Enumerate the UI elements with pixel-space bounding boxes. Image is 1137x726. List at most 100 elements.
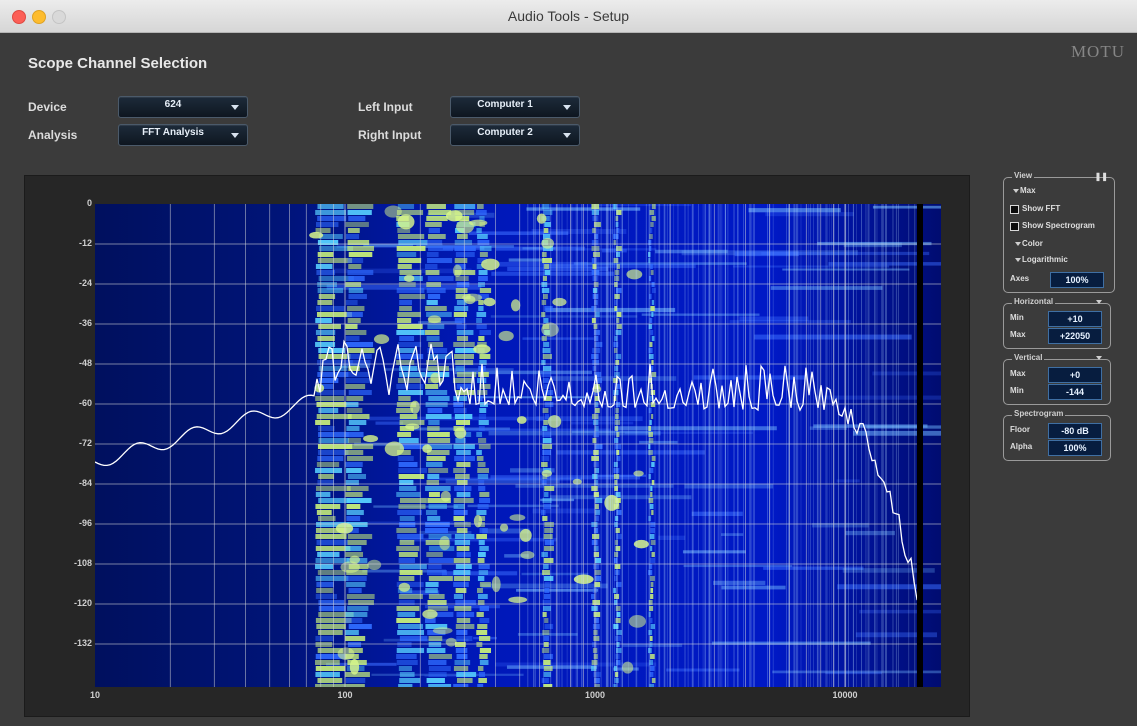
analysis-label: Analysis [28,128,78,142]
spectrogram-cell [649,294,652,299]
spectrogram-cell [651,462,655,467]
spectrogram-cell [650,528,655,533]
spectrogram-cell [317,300,333,305]
spectrogram-cell [315,660,340,665]
vertical-max-field[interactable]: +0 [1048,367,1102,383]
spectrogram-cell [651,336,655,341]
vertical-min-field[interactable]: -144 [1048,384,1102,400]
spectrogram-cell [542,366,552,371]
spectrogram-blob [628,614,646,628]
window-title: Audio Tools - Setup [507,8,630,24]
y-tick-label: -36 [78,318,92,328]
show-spectrogram-checkbox[interactable] [1010,222,1019,231]
spectrogram-cell [650,588,654,593]
alpha-field[interactable]: 100% [1048,440,1102,456]
spectrogram-cell [541,456,550,461]
spectrogram-cell [544,270,551,275]
horizontal-max-field[interactable]: +22050 [1048,328,1102,344]
spectrogram-cell [541,648,550,653]
spectrogram-cell [346,576,367,581]
spectrogram-cell [428,684,452,687]
spectrogram-cell [476,642,483,647]
spectrogram-cell [396,492,421,497]
spectrogram-cell [317,570,345,575]
right-input-dropdown[interactable]: Computer 2 [450,124,580,146]
spectrogram-cell [650,546,653,551]
horizontal-max-label: Max [1010,330,1026,339]
spectrogram-cell [614,426,777,431]
spectrogram-cell [543,534,553,539]
spectrogram-blob [464,295,476,305]
spectrogram-cell [594,510,601,515]
spectrogram-plot[interactable] [95,204,941,687]
spectrogram-cell [456,612,475,617]
spectrogram-cell [613,624,619,629]
disclosure-triangle-icon[interactable] [1015,242,1021,246]
spectrogram-cell [454,246,476,251]
horizontal-min-field[interactable]: +10 [1048,311,1102,327]
spectrogram-cell [398,438,419,443]
spectrogram-cell [348,276,365,281]
spectrogram-cell [477,390,488,395]
spectrogram-cell [453,558,471,563]
spectrogram-cell [455,252,475,257]
pause-icon[interactable]: ❚❚ [1095,172,1108,181]
spectrogram-cell [396,384,424,389]
spectrogram-cell [478,270,488,275]
x-tick-label: 1000 [584,690,606,700]
spectrogram-blob [349,555,361,564]
spectrogram-cell [399,540,415,545]
spectrogram-cell [427,294,441,299]
spectrogram-cell [479,546,489,551]
analysis-dropdown[interactable]: FFT Analysis [118,124,248,146]
spectrogram-cell [348,216,366,221]
disclosure-triangle-icon[interactable] [1096,356,1102,360]
spectrogram-cell [649,558,655,563]
spectrogram-cell [809,426,847,430]
spectrogram-cell [425,522,450,527]
spectrogram-cell [346,498,372,503]
y-tick-label: 0 [86,198,92,208]
spectrogram-cell [713,580,766,585]
disclosure-triangle-icon[interactable] [1013,189,1019,193]
spectrogram-cell [729,319,851,324]
disclosure-triangle-icon[interactable] [1015,258,1021,262]
spectrogram-cell [348,264,362,269]
axes-field[interactable]: 100% [1050,272,1104,288]
spectrogram-cell [427,477,582,481]
spectrogram-cell [453,402,464,407]
spectrogram-cell [477,204,484,209]
vertical-panel-title: Vertical [1012,353,1045,362]
spectrogram-cell [456,654,468,659]
spectrogram-cell [544,486,555,491]
spectrogram-cell [477,468,489,473]
title-bar: Audio Tools - Setup [0,0,1137,33]
left-input-dropdown[interactable]: Computer 1 [450,96,580,118]
spectrogram-cell [479,288,492,293]
spectrogram-cell [650,222,654,227]
spectrogram-cell [398,504,426,509]
spectrogram-blob [363,435,379,443]
spectrogram-cell [651,552,655,557]
spectrogram-svg [95,204,941,687]
spectrogram-cell [396,528,417,533]
spectrogram-cell [456,618,471,623]
spectrogram-cell [425,264,438,269]
disclosure-triangle-icon[interactable] [1096,300,1102,304]
spectrogram-cell [348,252,373,257]
floor-field[interactable]: -80 dB [1048,423,1102,439]
spectrogram-cell [347,270,374,275]
spectrogram-cell [650,654,655,659]
spectrogram-cell [453,576,470,581]
spectrogram-cell [428,660,447,665]
spectrogram-cell [398,624,424,629]
chevron-down-icon [231,133,239,138]
spectrogram-blob [622,661,634,674]
spectrogram-cell [396,618,421,623]
device-dropdown[interactable]: 624 [118,96,248,118]
show-fft-checkbox[interactable] [1010,205,1019,214]
spectrogram-cell [455,348,477,353]
spectrogram-cell [543,654,554,659]
spectrogram-cell [348,588,362,593]
spectrogram-cell [345,678,366,683]
